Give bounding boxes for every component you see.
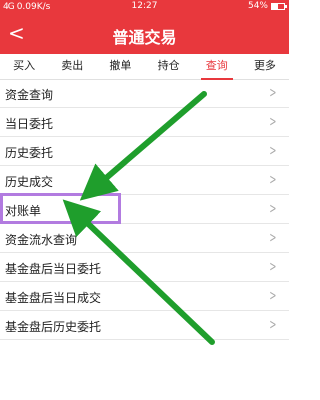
arrow-upper	[79, 91, 207, 201]
annotation-arrows	[62, 91, 215, 345]
arrow-lower	[62, 199, 215, 345]
